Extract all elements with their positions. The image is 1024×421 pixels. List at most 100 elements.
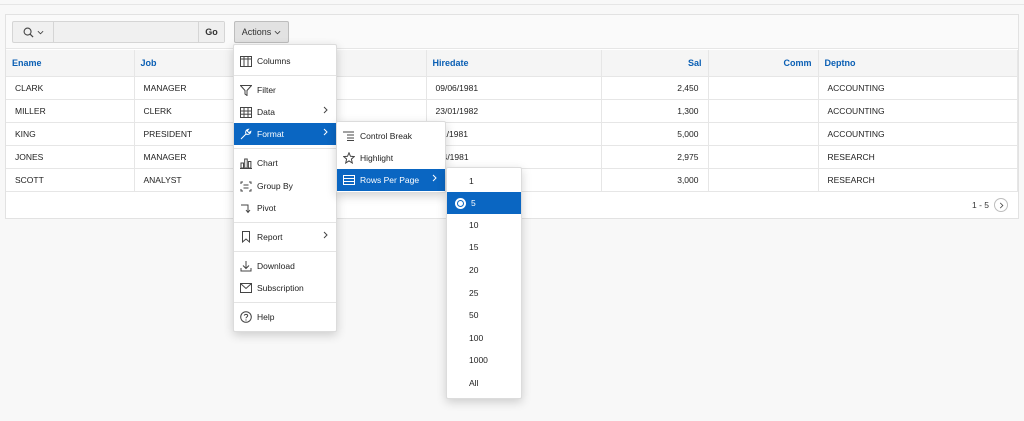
menu-item-label: Data <box>257 107 275 117</box>
cell-hiredate: /04/1981 <box>426 145 602 169</box>
rows-option-15[interactable]: 15 <box>447 236 521 258</box>
menu-item-label: Help <box>257 312 275 322</box>
go-button[interactable]: Go <box>198 22 224 42</box>
next-page-button[interactable] <box>994 198 1008 212</box>
rows-option-1[interactable]: 1 <box>447 170 521 192</box>
menu-item-subscription[interactable]: Subscription <box>234 277 336 299</box>
help-icon <box>240 311 252 323</box>
option-label: 15 <box>469 242 479 252</box>
cell-job: MANAGER <box>134 145 235 169</box>
cell-deptno: RESEARCH <box>818 168 1018 192</box>
rows-option-50[interactable]: 50 <box>447 304 521 326</box>
star-icon <box>343 152 355 164</box>
menu-item-label: Filter <box>257 85 276 95</box>
menu-item-label: Download <box>257 261 295 271</box>
menu-item-group-by[interactable]: Group By <box>234 175 336 197</box>
menu-item-download[interactable]: Download <box>234 255 336 277</box>
actions-button-label: Actions <box>241 27 272 37</box>
wrench-icon <box>240 128 252 140</box>
menu-item-label: Report <box>257 232 283 242</box>
column-header-ename[interactable]: Ename <box>6 50 135 77</box>
cell-sal: 5,000 <box>601 122 709 146</box>
menu-divider <box>234 148 336 149</box>
chevron-down-icon <box>37 30 43 34</box>
menu-item-data[interactable]: Data <box>234 101 336 123</box>
menu-item-report[interactable]: Report <box>234 226 336 248</box>
rows-option-all[interactable]: All <box>447 372 521 394</box>
menu-item-pivot[interactable]: Pivot <box>234 197 336 219</box>
chevron-right-icon <box>999 202 1003 208</box>
column-header-deptno[interactable]: Deptno <box>818 50 1018 77</box>
menu-item-label: Subscription <box>257 283 304 293</box>
menu-item-control-break[interactable]: Control Break <box>337 125 445 147</box>
chevron-right-icon <box>323 128 328 136</box>
cell-sal: 1,300 <box>601 99 709 123</box>
menu-item-help[interactable]: Help <box>234 306 336 328</box>
cell-deptno: ACCOUNTING <box>818 99 1018 123</box>
menu-item-columns[interactable]: Columns <box>234 50 336 72</box>
rows-option-1000[interactable]: 1000 <box>447 349 521 371</box>
rows-option-20[interactable]: 20 <box>447 259 521 281</box>
radio-selected-icon <box>455 197 466 209</box>
rows-per-page-submenu: 1 5 10 15 20 25 50 100 1000 All <box>446 167 522 399</box>
bar-chart-icon <box>240 157 252 169</box>
top-divider <box>0 4 1024 5</box>
cell-hiredate: /11/1981 <box>426 122 602 146</box>
cell-comm <box>708 76 819 100</box>
cell-job: MANAGER <box>134 76 235 100</box>
cell-comm <box>708 122 819 146</box>
table-row: CLARK MANAGER 09/06/1981 2,450 ACCOUNTIN… <box>6 76 1018 100</box>
cell-comm <box>708 145 819 169</box>
rows-option-5[interactable]: 5 <box>447 192 521 214</box>
menu-item-rows-per-page[interactable]: Rows Per Page <box>337 169 445 191</box>
menu-item-format[interactable]: Format <box>234 123 336 145</box>
menu-item-highlight[interactable]: Highlight <box>337 147 445 169</box>
cell-deptno: ACCOUNTING <box>818 76 1018 100</box>
table-header-row: Ename Job Hiredate Sal Comm Deptno <box>6 50 1018 77</box>
menu-item-label: Highlight <box>360 153 394 163</box>
cell-comm <box>708 168 819 192</box>
menu-item-label: Format <box>257 129 284 139</box>
menu-item-label: Group By <box>257 181 293 191</box>
cell-ename: KING <box>6 122 135 146</box>
cell-sal: 2,450 <box>601 76 709 100</box>
control-break-icon <box>343 130 355 142</box>
option-label: All <box>469 378 479 388</box>
menu-divider <box>234 251 336 252</box>
download-icon <box>240 260 252 272</box>
search-column-selector[interactable] <box>13 22 53 42</box>
search-input[interactable] <box>53 22 199 42</box>
column-header-comm[interactable]: Comm <box>708 50 819 77</box>
menu-item-filter[interactable]: Filter <box>234 79 336 101</box>
pagination: 1 - 5 <box>972 197 1008 213</box>
menu-item-label: Rows Per Page <box>360 175 420 185</box>
column-header-job[interactable]: Job <box>134 50 235 77</box>
cell-job: ANALYST <box>134 168 235 192</box>
rows-option-25[interactable]: 25 <box>447 282 521 304</box>
menu-item-chart[interactable]: Chart <box>234 152 336 174</box>
menu-divider <box>234 75 336 76</box>
filter-icon <box>240 84 252 96</box>
search-bar: Go <box>12 21 225 43</box>
columns-icon <box>240 55 252 67</box>
column-header-hiredate[interactable]: Hiredate <box>426 50 602 77</box>
column-header-sal[interactable]: Sal <box>601 50 709 77</box>
report-toolbar: Go Actions <box>6 15 1018 49</box>
cell-deptno: RESEARCH <box>818 145 1018 169</box>
cell-ename: JONES <box>6 145 135 169</box>
table-row: KING PRESIDENT /11/1981 5,000 ACCOUNTING <box>6 122 1018 146</box>
option-label: 1 <box>469 176 474 186</box>
envelope-icon <box>240 282 252 294</box>
cell-ename: SCOTT <box>6 168 135 192</box>
chevron-right-icon <box>432 174 437 182</box>
actions-menu-button[interactable]: Actions <box>234 21 289 43</box>
cell-job: CLERK <box>134 99 235 123</box>
option-label: 1000 <box>469 355 488 365</box>
pivot-icon <box>240 202 252 214</box>
menu-item-label: Pivot <box>257 203 276 213</box>
actions-menu: Columns Filter Data Format Chart Group B… <box>233 44 337 332</box>
rows-option-10[interactable]: 10 <box>447 214 521 236</box>
cell-deptno: ACCOUNTING <box>818 122 1018 146</box>
table-row: MILLER CLERK 23/01/1982 1,300 ACCOUNTING <box>6 99 1018 123</box>
rows-option-100[interactable]: 100 <box>447 327 521 349</box>
